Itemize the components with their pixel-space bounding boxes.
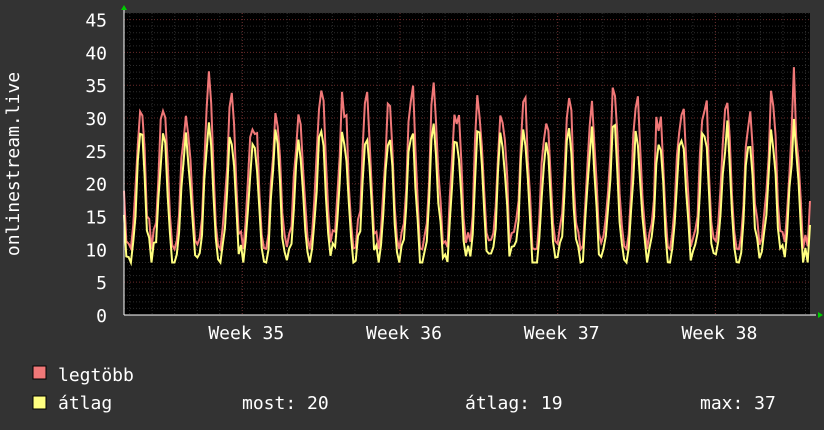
y-tick-label: 25 [85, 142, 107, 163]
stat-max: max: 37 [700, 393, 776, 414]
y-tick-label: 30 [85, 109, 107, 130]
y-axis-label: onlinestream.live [3, 72, 24, 256]
y-tick-label: 0 [96, 306, 107, 327]
x-tick-labels: Week 35 Week 36 Week 37 Week 38 [208, 323, 757, 344]
y-tick-label: 40 [85, 43, 107, 64]
x-tick-label: Week 36 [366, 323, 442, 344]
stat-current: most: 20 [242, 393, 329, 414]
legend-swatch-max [32, 365, 47, 380]
y-tick-label: 15 [85, 208, 107, 229]
x-tick-label: Week 37 [524, 323, 600, 344]
stat-average: átlag: 19 [465, 393, 563, 414]
y-tick-label: 20 [85, 175, 107, 196]
x-tick-label: Week 35 [208, 323, 284, 344]
y-tick-label: 35 [85, 76, 107, 97]
legend-label-avg: átlag [58, 393, 112, 414]
legend-label-max: legtöbb [58, 365, 134, 386]
y-axis-arrow-icon [121, 5, 127, 10]
y-tick-label: 5 [96, 273, 107, 294]
chart-canvas: 0 5 10 15 20 25 30 35 40 45 Week 35 Week 36 Week 37… [3, 5, 823, 414]
y-tick-labels: 0 5 10 15 20 25 30 35 40 45 [85, 11, 107, 327]
legend-swatch-avg [32, 395, 47, 410]
y-tick-label: 45 [85, 11, 107, 32]
x-axis-arrow-icon [818, 312, 823, 318]
x-tick-label: Week 38 [681, 323, 757, 344]
y-tick-label: 10 [85, 240, 107, 261]
